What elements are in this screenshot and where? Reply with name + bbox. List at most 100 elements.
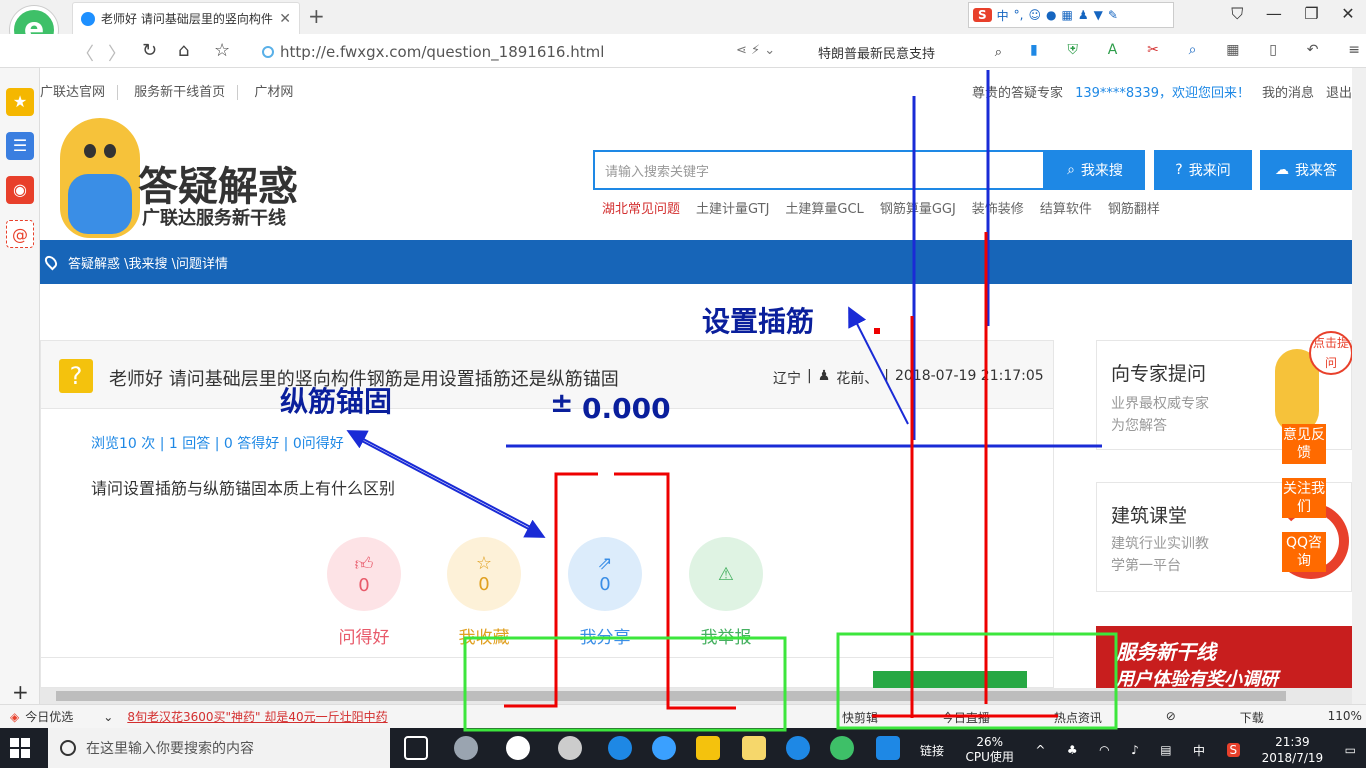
- user-icon[interactable]: ♟: [1078, 8, 1089, 22]
- action-favorite[interactable]: ☆ 0 我收藏: [445, 537, 523, 648]
- hot-link[interactable]: 土建计量GTJ: [696, 198, 769, 217]
- answer-button[interactable]: ☁ 我来答: [1260, 150, 1352, 190]
- mail-icon[interactable]: @: [6, 220, 34, 248]
- keyboard-icon[interactable]: ▦: [1062, 8, 1073, 22]
- task-view-icon[interactable]: [404, 736, 428, 760]
- favorites-icon[interactable]: ★: [6, 88, 34, 116]
- ime-lang-label[interactable]: 中: [997, 7, 1009, 24]
- app-icon[interactable]: [558, 736, 582, 760]
- horizontal-scrollbar[interactable]: [40, 688, 1352, 704]
- ime-toolbar[interactable]: S 中 °, ☺ ● ▦ ♟ ▼ ✎: [968, 2, 1174, 28]
- action-like[interactable]: 👍︎ 0 问得好: [325, 537, 403, 648]
- author-name[interactable]: 花前、: [836, 368, 878, 388]
- translate-icon[interactable]: A: [1108, 42, 1118, 58]
- breadcrumb[interactable]: 答疑解惑 \我来搜 \问题详情: [68, 253, 228, 272]
- shield-icon[interactable]: ⛨: [1067, 42, 1078, 58]
- minimize-icon[interactable]: —: [1266, 4, 1282, 24]
- favorite-star-icon[interactable]: ☆: [214, 40, 230, 61]
- top-link[interactable]: 广材网: [242, 85, 305, 100]
- search-button[interactable]: ⌕ 我来搜: [1045, 150, 1145, 190]
- speed-icon[interactable]: ⊘: [1166, 709, 1176, 726]
- ie-app-icon[interactable]: [506, 736, 530, 760]
- logout-link[interactable]: 退出: [1326, 82, 1352, 101]
- browser-taskbar-icon[interactable]: [830, 736, 854, 760]
- new-tab-button[interactable]: +: [308, 4, 325, 28]
- answer-green-button[interactable]: [873, 671, 1027, 688]
- site-search-input[interactable]: 请输入搜索关键字: [593, 150, 1045, 190]
- ext-1-icon[interactable]: ▮: [1030, 42, 1038, 58]
- qq-consult-button[interactable]: QQ咨询: [1282, 532, 1326, 572]
- my-messages-link[interactable]: 我的消息: [1262, 82, 1314, 101]
- hot-link[interactable]: 装饰装修: [972, 198, 1024, 217]
- edge-icon[interactable]: [608, 736, 632, 760]
- punctuation-icon[interactable]: °,: [1014, 8, 1024, 22]
- browser-tab[interactable]: 老师好 请问基础层里的竖向构件 ✕: [72, 2, 300, 34]
- hot-link[interactable]: 土建算量GCL: [785, 198, 863, 217]
- reading-icon[interactable]: ▯: [1269, 42, 1277, 58]
- add-sidebar-icon[interactable]: +: [12, 680, 29, 704]
- glodon-icon[interactable]: [786, 736, 810, 760]
- clock[interactable]: 21:39 2018/7/19: [1262, 734, 1324, 766]
- hot-news-link[interactable]: 热点资讯: [1054, 709, 1102, 726]
- find-icon[interactable]: ⌕: [1189, 42, 1197, 58]
- site-logo[interactable]: 答疑解惑 广联达服务新干线: [50, 114, 300, 244]
- address-bar[interactable]: http://e.fwxgx.com/question_1891616.html: [262, 40, 802, 64]
- today-picks[interactable]: 今日优选: [25, 708, 73, 725]
- notes-icon[interactable]: [742, 736, 766, 760]
- file-explorer-icon[interactable]: [696, 736, 720, 760]
- hot-link[interactable]: 结算软件: [1040, 198, 1092, 217]
- zoom-level[interactable]: 110%: [1328, 709, 1362, 726]
- menu-icon[interactable]: ≡: [1348, 42, 1360, 58]
- tray-chevron-icon[interactable]: ^: [1035, 743, 1045, 757]
- plus-app-icon[interactable]: [876, 736, 900, 760]
- follow-button[interactable]: 关注我们: [1282, 478, 1326, 518]
- ask-bubble[interactable]: 点击提问: [1309, 331, 1352, 375]
- links-toolbar[interactable]: 链接: [920, 742, 944, 759]
- shirt-icon[interactable]: ⛉: [1231, 4, 1243, 24]
- tools-icon[interactable]: ✎: [1108, 8, 1118, 22]
- hot-link[interactable]: 湖北常见问题: [602, 198, 680, 217]
- user-phone-link[interactable]: 139****8339，欢迎您回来！: [1075, 82, 1250, 101]
- skin-icon[interactable]: ▼: [1094, 8, 1103, 22]
- hot-link[interactable]: 钢筋算量GGJ: [880, 198, 956, 217]
- news-ticker-link[interactable]: 8旬老汉花3600买"神药" 却是40元一斤壮阳中药: [127, 708, 387, 725]
- fan-app-icon[interactable]: [454, 736, 478, 760]
- feedback-button[interactable]: 意见反馈: [1282, 424, 1326, 464]
- quick-edit-link[interactable]: 快剪辑: [842, 709, 878, 726]
- ie-icon[interactable]: [652, 736, 676, 760]
- mic-icon[interactable]: ●: [1046, 8, 1056, 22]
- vertical-scrollbar[interactable]: [1352, 68, 1366, 704]
- taskbar-search[interactable]: 在这里输入你要搜索的内容: [48, 728, 390, 768]
- notifications-icon[interactable]: ♣: [1067, 743, 1078, 757]
- back-icon[interactable]: 〈: [76, 40, 94, 66]
- keyboard-icon[interactable]: ▤: [1160, 743, 1171, 757]
- hot-link[interactable]: 钢筋翻样: [1108, 198, 1160, 217]
- volume-icon[interactable]: ♪: [1131, 743, 1139, 757]
- action-center-icon[interactable]: ▭: [1345, 743, 1356, 757]
- reload-icon[interactable]: ↻: [142, 40, 157, 61]
- scissors-icon[interactable]: ✂: [1147, 42, 1159, 58]
- emoji-icon[interactable]: ☺: [1029, 8, 1042, 22]
- ask-button[interactable]: ? 我来问: [1154, 150, 1252, 190]
- sogou-tray-icon[interactable]: S: [1226, 743, 1241, 757]
- live-link[interactable]: 今日直播: [942, 709, 990, 726]
- close-tab-icon[interactable]: ✕: [279, 11, 291, 27]
- news-icon[interactable]: ☰: [6, 132, 34, 160]
- windows-start-icon[interactable]: [10, 738, 30, 758]
- action-share[interactable]: ⇗ 0 我分享: [566, 537, 644, 648]
- search-icon[interactable]: ⌕: [995, 45, 1002, 60]
- top-link[interactable]: 服务新干线首页: [122, 84, 239, 100]
- network-icon[interactable]: ◠: [1099, 743, 1109, 757]
- ime-indicator[interactable]: 中: [1193, 742, 1205, 759]
- browser-search-box[interactable]: 特朗普最新民意支持 ⌕: [812, 40, 1008, 64]
- weibo-icon[interactable]: ◉: [6, 176, 34, 204]
- chevron-down-icon[interactable]: ⌄: [103, 710, 113, 724]
- home-icon[interactable]: ⌂: [178, 40, 189, 61]
- promo-banner[interactable]: 服务新干线 用户体验有奖小调研: [1096, 626, 1352, 688]
- top-link[interactable]: 广联达官网: [40, 84, 119, 100]
- share-bolt-icons[interactable]: ⋖ ⚡ ⌄: [736, 43, 775, 58]
- action-report[interactable]: ⚠ 我举报: [687, 537, 765, 648]
- undo-icon[interactable]: ↶: [1307, 42, 1319, 58]
- cpu-meter[interactable]: 26% CPU使用: [965, 735, 1013, 765]
- apps-icon[interactable]: ▦: [1226, 42, 1239, 58]
